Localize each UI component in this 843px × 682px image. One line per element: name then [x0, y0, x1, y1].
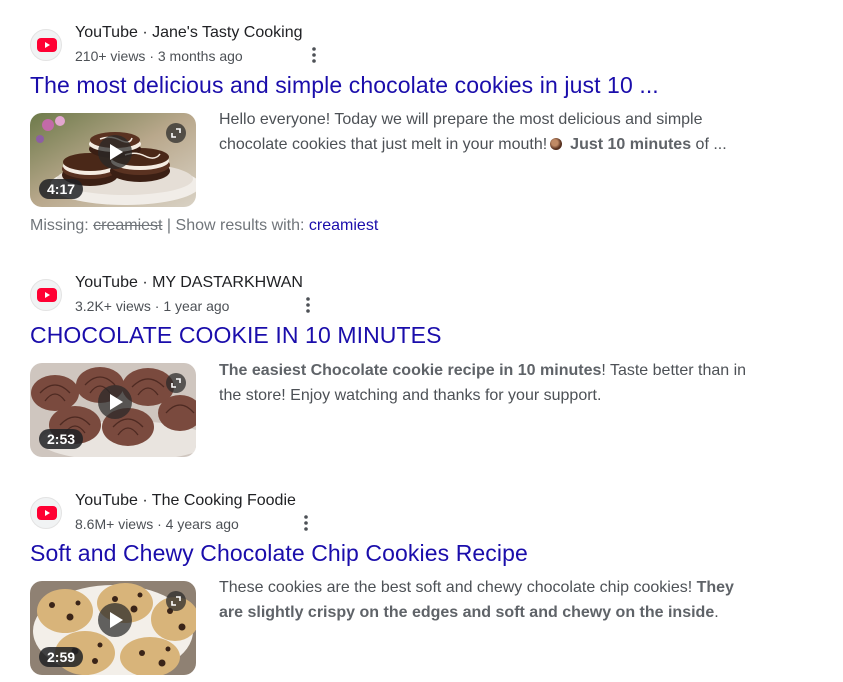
result-meta: 3.2K+ views · 1 year ago: [75, 298, 230, 314]
play-icon[interactable]: [98, 385, 132, 419]
video-duration-badge: 2:59: [39, 647, 84, 667]
youtube-logo-icon[interactable]: [30, 497, 62, 529]
result-meta: 210+ views · 3 months ago: [75, 48, 243, 64]
play-icon[interactable]: [98, 603, 132, 637]
more-vert-icon[interactable]: [298, 295, 318, 315]
video-duration-badge: 4:17: [39, 179, 84, 199]
snippet-highlight: The easiest Chocolate cookie recipe in 1…: [219, 362, 602, 379]
more-vert-icon[interactable]: [304, 45, 324, 65]
missing-terms: Missing: creamiest | Show results with: …: [30, 217, 378, 235]
search-results: YouTube · Jane's Tasty Cooking 210+ view…: [0, 0, 843, 682]
more-vert-icon[interactable]: [296, 513, 316, 533]
snippet-text: These cookies are the best soft and chew…: [219, 579, 697, 596]
video-thumbnail[interactable]: 4:17: [30, 113, 196, 207]
video-thumbnail[interactable]: 2:59: [30, 581, 196, 675]
result-title-link[interactable]: The most delicious and simple chocolate …: [30, 72, 659, 99]
youtube-logo-icon[interactable]: [30, 29, 62, 61]
expand-icon[interactable]: [166, 123, 186, 143]
expand-icon[interactable]: [166, 373, 186, 393]
result-snippet: These cookies are the best soft and chew…: [219, 575, 759, 625]
snippet-text-end: of ...: [691, 136, 727, 153]
result-snippet: Hello everyone! Today we will prepare th…: [219, 107, 759, 157]
cookie-emoji-icon: [550, 138, 563, 150]
video-thumbnail[interactable]: 2:53: [30, 363, 196, 457]
snippet-text-end: .: [714, 604, 719, 621]
expand-icon[interactable]: [166, 591, 186, 611]
result-snippet: The easiest Chocolate cookie recipe in 1…: [219, 358, 759, 408]
play-icon[interactable]: [98, 135, 132, 169]
show-results-with-label: | Show results with:: [162, 217, 309, 234]
result-title-link[interactable]: Soft and Chewy Chocolate Chip Cookies Re…: [30, 540, 528, 567]
missing-struck-term: creamiest: [93, 217, 163, 234]
result-source[interactable]: YouTube · MY DASTARKHWAN: [75, 274, 303, 292]
show-results-with-link[interactable]: creamiest: [309, 217, 378, 234]
video-duration-badge: 2:53: [39, 429, 84, 449]
result-meta: 8.6M+ views · 4 years ago: [75, 516, 239, 532]
youtube-logo-icon[interactable]: [30, 279, 62, 311]
result-source[interactable]: YouTube · The Cooking Foodie: [75, 492, 296, 510]
result-source[interactable]: YouTube · Jane's Tasty Cooking: [75, 24, 303, 42]
missing-label: Missing:: [30, 217, 94, 234]
snippet-highlight: Just 10 minutes: [570, 136, 692, 153]
result-title-link[interactable]: CHOCOLATE COOKIE IN 10 MINUTES: [30, 322, 442, 349]
